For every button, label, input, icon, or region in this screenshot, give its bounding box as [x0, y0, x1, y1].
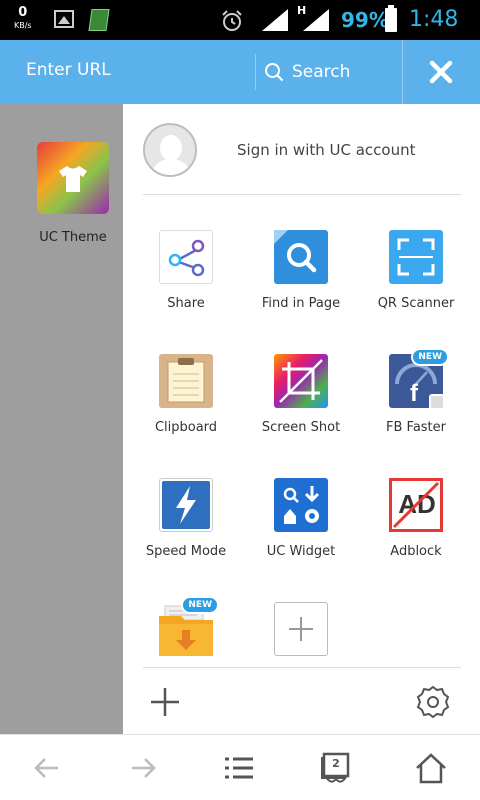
battery-icon: [385, 5, 397, 32]
divider: [143, 194, 461, 195]
menu-item-label: Adblock: [390, 544, 442, 559]
menu-item-qr-scanner[interactable]: QR Scanner: [359, 230, 473, 311]
avatar: [143, 123, 197, 177]
new-badge: NEW: [411, 348, 449, 366]
menu-panel: Sign in with UC account Share Find in Pa…: [123, 104, 480, 734]
network-speed: 0 KB/s: [14, 6, 32, 32]
signin-row[interactable]: Sign in with UC account: [143, 122, 463, 178]
menu-item-clipboard[interactable]: Clipboard: [129, 354, 243, 435]
menu-item-speed-mode[interactable]: Speed Mode: [129, 478, 243, 559]
bottom-nav: 2: [0, 734, 480, 800]
menu-item-find-in-page[interactable]: Find in Page: [244, 230, 358, 311]
clock-time: 1:48: [409, 7, 459, 32]
search-button[interactable]: Search: [264, 58, 350, 86]
qr-scanner-icon: [389, 230, 443, 284]
menu-item-label: QR Scanner: [377, 296, 455, 311]
search-label: Search: [292, 62, 351, 82]
fb-faster-icon: f NEW: [389, 348, 449, 410]
battery-percent: 99%: [341, 8, 389, 32]
alarm-icon: [222, 10, 242, 31]
new-badge: NEW: [181, 596, 219, 614]
downloads-folder-icon: NEW: [159, 596, 219, 656]
screenshot-icon: [274, 354, 328, 408]
network-speed-value: 0: [18, 5, 28, 20]
menu-item-add[interactable]: [244, 602, 358, 656]
menu-item-label: Screen Shot: [261, 420, 341, 435]
gallery-notification-icon: [54, 10, 74, 28]
uc-theme-label: UC Theme: [39, 230, 107, 245]
address-bar: Enter URL Search: [0, 40, 480, 104]
signin-label: Sign in with UC account: [237, 141, 416, 159]
back-arrow-icon[interactable]: [30, 751, 64, 785]
menu-item-label: Speed Mode: [145, 544, 227, 559]
divider-bottom: [143, 667, 461, 668]
uc-widget-icon: [274, 478, 328, 532]
clipboard-icon: [159, 354, 213, 408]
url-input[interactable]: Enter URL: [26, 60, 111, 80]
tshirt-icon: [59, 166, 87, 192]
gear-icon[interactable]: [415, 684, 451, 720]
signal-icon-2: [303, 9, 329, 31]
find-in-page-icon: [274, 230, 328, 284]
close-icon[interactable]: [427, 58, 455, 86]
status-bar: 0 KB/s H 99% 1:48 PM: [0, 0, 480, 54]
menu-item-label: FB Faster: [386, 420, 446, 435]
menu-item-fb-faster[interactable]: f NEW FB Faster: [359, 348, 473, 435]
adblock-icon: AD: [389, 478, 443, 532]
menu-item-share[interactable]: Share: [129, 230, 243, 311]
search-icon: [265, 63, 284, 82]
speed-mode-icon: [159, 478, 213, 532]
fb-letter: f: [410, 380, 418, 407]
menu-item-uc-widget[interactable]: UC Widget: [244, 478, 358, 559]
share-icon: [159, 230, 213, 284]
address-separator: [255, 54, 256, 90]
address-separator-2: [402, 40, 403, 104]
tabs-button[interactable]: 2: [319, 751, 353, 785]
menu-item-screen-shot[interactable]: Screen Shot: [244, 354, 358, 435]
add-item-icon: [274, 602, 328, 656]
panel-bottom-row: [123, 670, 480, 734]
home-background: UC Theme: [0, 104, 123, 734]
uc-theme-tile[interactable]: [37, 142, 109, 214]
menu-item-downloads[interactable]: NEW: [129, 596, 243, 656]
home-icon[interactable]: [414, 751, 448, 785]
menu-item-adblock[interactable]: AD Adblock: [359, 478, 473, 559]
menu-list-icon[interactable]: [222, 751, 256, 785]
menu-item-label: Clipboard: [154, 420, 218, 435]
menu-item-label: Find in Page: [261, 296, 341, 311]
fb-checkbox-icon: [429, 394, 445, 410]
menu-item-label: UC Widget: [266, 544, 336, 559]
menu-item-label: Share: [167, 296, 205, 311]
network-speed-unit: KB/s: [14, 21, 32, 30]
plus-icon[interactable]: [147, 684, 183, 720]
tabs-count: 2: [332, 757, 340, 770]
book-notification-icon: [88, 9, 110, 31]
forward-arrow-icon[interactable]: [126, 751, 160, 785]
signal-icon: [262, 9, 288, 31]
